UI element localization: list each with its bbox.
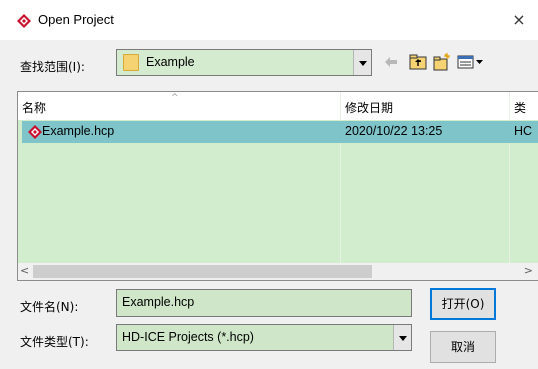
up-folder-icon[interactable] [409, 53, 427, 71]
filetype-dropdown-button[interactable] [393, 325, 411, 350]
filetype-combobox[interactable]: HD-ICE Projects (*.hcp) [116, 324, 412, 351]
lookin-label: 查找范围(I): [20, 60, 85, 74]
column-header-date[interactable]: 修改日期 [345, 99, 393, 116]
lookin-combobox[interactable]: Example [116, 49, 372, 76]
file-name-cell: Example.hcp [42, 124, 115, 138]
lookin-value: Example [146, 55, 195, 69]
open-button[interactable]: 打开(O) [430, 288, 496, 320]
cancel-button[interactable]: 取消 [430, 331, 496, 363]
file-list[interactable]: 名称 ^ 修改日期 类 Example.hcp 2020/10/22 13:25… [17, 91, 538, 281]
horizontal-scrollbar[interactable]: < > [18, 263, 538, 280]
filename-label: 文件名(N): [20, 300, 79, 314]
file-type-cell: HC [514, 124, 533, 138]
lookin-dropdown-button[interactable] [353, 50, 371, 75]
column-header-name[interactable]: 名称 [22, 99, 46, 116]
close-button[interactable]: × [508, 9, 530, 31]
title-bar: Open Project × [0, 0, 538, 40]
hd-ice-diamond-icon [17, 14, 31, 28]
sort-ascending-icon: ^ [171, 93, 179, 103]
file-date-cell: 2020/10/22 13:25 [345, 124, 443, 138]
back-arrow-icon[interactable] [384, 53, 398, 71]
filetype-value: HD-ICE Projects (*.hcp) [122, 330, 254, 344]
list-header: 名称 ^ 修改日期 类 [18, 92, 538, 120]
scrollbar-thumb[interactable] [33, 265, 372, 278]
filetype-label: 文件类型(T): [20, 335, 89, 349]
folder-icon [123, 54, 139, 71]
new-folder-icon[interactable] [433, 53, 451, 71]
window-title: Open Project [38, 12, 114, 27]
column-header-type[interactable]: 类 [514, 99, 526, 116]
hcp-file-icon [28, 125, 42, 139]
view-menu-icon[interactable] [457, 53, 485, 71]
list-item[interactable]: Example.hcp 2020/10/22 13:25 HC [22, 121, 538, 143]
scroll-left-icon[interactable]: < [20, 264, 29, 277]
scroll-right-icon[interactable]: > [524, 264, 533, 277]
filename-input[interactable]: Example.hcp [116, 289, 412, 317]
